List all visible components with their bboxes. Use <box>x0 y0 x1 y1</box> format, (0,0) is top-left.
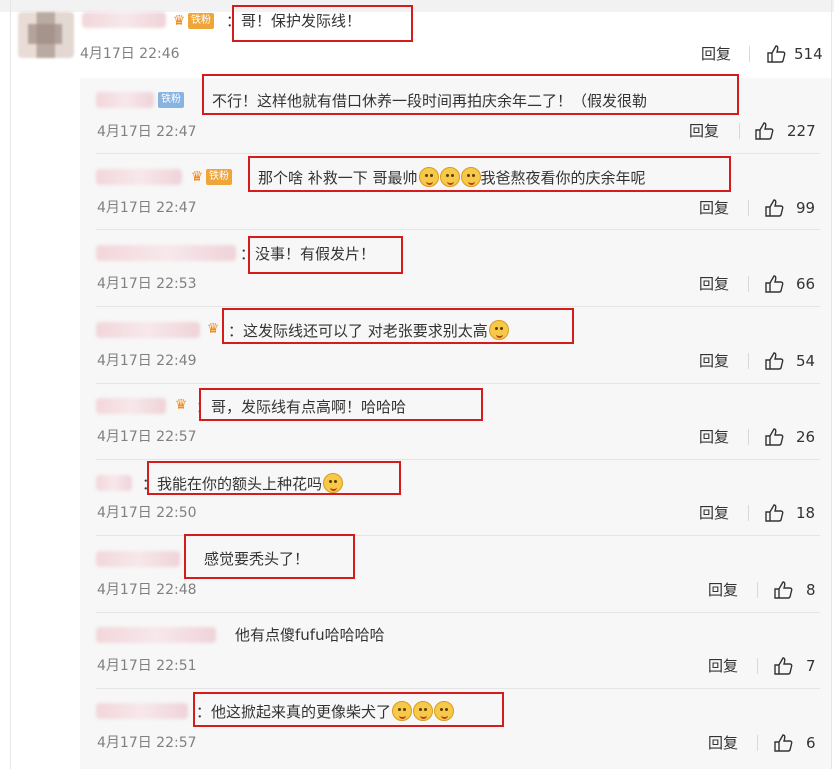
highlight-box <box>222 308 574 344</box>
fan-badge: 铁粉 <box>188 13 214 29</box>
separator <box>748 429 749 445</box>
comment-time: 4月17日 22:57 <box>97 735 197 751</box>
separator <box>757 735 758 751</box>
comment-time: 4月17日 22:51 <box>97 658 197 674</box>
like-count: 7 <box>806 657 816 675</box>
card-border-right <box>831 0 832 769</box>
thumbs-up-icon[interactable] <box>773 734 793 752</box>
thumbs-up-icon[interactable] <box>754 122 774 140</box>
highlight-box <box>248 236 403 274</box>
reply-button[interactable]: 回复 <box>701 45 731 63</box>
divider <box>96 383 820 384</box>
reply-button[interactable]: 回复 <box>689 122 719 140</box>
thumbs-up-icon[interactable] <box>764 352 784 370</box>
divider <box>96 612 820 613</box>
top-bar <box>0 0 834 12</box>
reply-button[interactable]: 回复 <box>699 199 729 217</box>
comment-text: 他有点傻fufu哈哈哈哈 <box>235 626 385 644</box>
username-blurred[interactable] <box>96 475 132 491</box>
highlight-box <box>248 156 731 192</box>
comment-time: 4月17日 22:57 <box>97 429 197 445</box>
separator <box>757 582 758 598</box>
thumbs-up-icon[interactable] <box>766 45 786 63</box>
separator <box>748 353 749 369</box>
thumbs-up-icon[interactable] <box>764 428 784 446</box>
comment-time: 4月17日 22:50 <box>97 505 197 521</box>
crown-icon: ♛ <box>174 397 188 413</box>
separator <box>748 200 749 216</box>
crown-icon: ♛ <box>190 169 204 185</box>
separator <box>748 276 749 292</box>
fan-badge: 铁粉 <box>206 169 232 185</box>
highlight-box <box>147 461 401 495</box>
username-blurred[interactable] <box>96 398 166 414</box>
divider <box>96 459 820 460</box>
thumbs-up-icon[interactable] <box>764 275 784 293</box>
thumbs-up-icon[interactable] <box>764 199 784 217</box>
thumbs-up-icon[interactable] <box>773 657 793 675</box>
username-blurred[interactable] <box>96 322 200 338</box>
username-blurred[interactable] <box>96 245 236 261</box>
like-count: 227 <box>787 122 816 140</box>
username-blurred[interactable] <box>96 551 180 567</box>
reply-button[interactable]: 回复 <box>708 657 738 675</box>
comment-time: 4月17日 22:49 <box>97 353 197 369</box>
reply-button[interactable]: 回复 <box>699 428 729 446</box>
reply-button[interactable]: 回复 <box>708 734 738 752</box>
like-count: 99 <box>796 199 816 217</box>
comment-time: 4月17日 22:46 <box>80 46 180 62</box>
reply-button[interactable]: 回复 <box>699 352 729 370</box>
reply-button[interactable]: 回复 <box>699 275 729 293</box>
reply-button[interactable]: 回复 <box>699 504 729 522</box>
comment-time: 4月17日 22:47 <box>97 124 197 140</box>
highlight-box <box>184 534 355 579</box>
like-count: 66 <box>796 275 816 293</box>
like-count: 26 <box>796 428 816 446</box>
fan-badge: 铁粉 <box>158 92 184 108</box>
comment-time: 4月17日 22:53 <box>97 276 197 292</box>
like-count: 18 <box>796 504 816 522</box>
thumbs-up-icon[interactable] <box>773 581 793 599</box>
username-blurred[interactable] <box>96 169 182 185</box>
username-blurred[interactable] <box>82 12 166 28</box>
like-count: 8 <box>806 581 816 599</box>
highlight-box <box>202 74 739 115</box>
crown-icon: ♛ <box>172 13 186 29</box>
separator <box>757 658 758 674</box>
divider <box>96 229 820 230</box>
crown-icon: ♛ <box>206 321 220 337</box>
username-blurred[interactable] <box>96 627 216 643</box>
comment-time: 4月17日 22:47 <box>97 200 197 216</box>
separator <box>748 505 749 521</box>
username-blurred[interactable] <box>96 92 154 108</box>
highlight-box <box>193 692 504 727</box>
highlight-box <box>232 5 413 42</box>
username-blurred[interactable] <box>96 703 188 719</box>
like-count: 6 <box>806 734 816 752</box>
divider <box>96 688 820 689</box>
divider <box>96 153 820 154</box>
separator <box>739 123 740 139</box>
like-count: 54 <box>796 352 816 370</box>
card-border-left <box>10 0 11 769</box>
thumbs-up-icon[interactable] <box>764 504 784 522</box>
separator <box>749 46 750 62</box>
highlight-box <box>199 388 483 421</box>
avatar[interactable] <box>18 12 74 58</box>
comment-time: 4月17日 22:48 <box>97 582 197 598</box>
like-count: 514 <box>794 45 823 63</box>
divider <box>96 306 820 307</box>
reply-button[interactable]: 回复 <box>708 581 738 599</box>
